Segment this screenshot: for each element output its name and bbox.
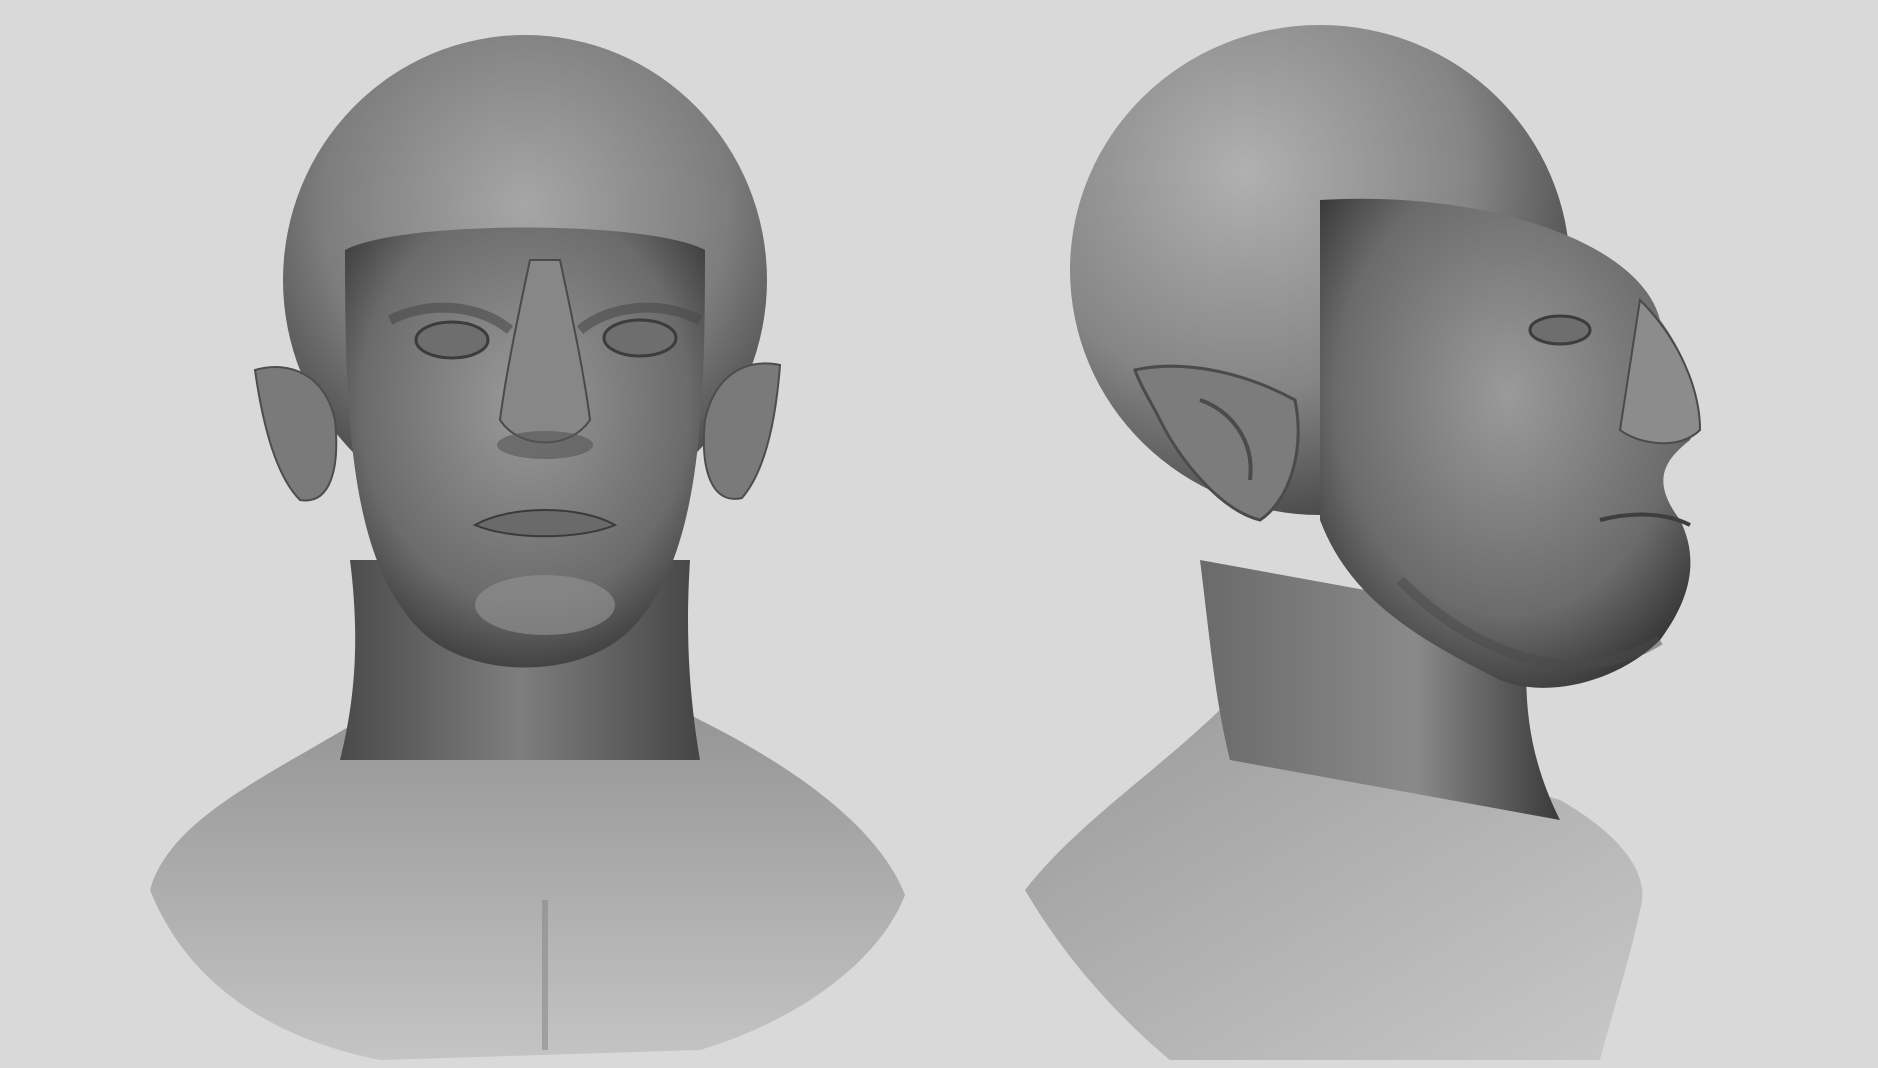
- render-viewport: [0, 0, 1878, 1068]
- front-right-eye: [602, 318, 678, 358]
- front-left-eye: [414, 320, 490, 360]
- side-eye: [1528, 314, 1592, 346]
- side-view-bust: [1025, 25, 1702, 1060]
- sculpt-render: [150, 25, 1702, 1060]
- front-view-bust: [150, 35, 905, 1060]
